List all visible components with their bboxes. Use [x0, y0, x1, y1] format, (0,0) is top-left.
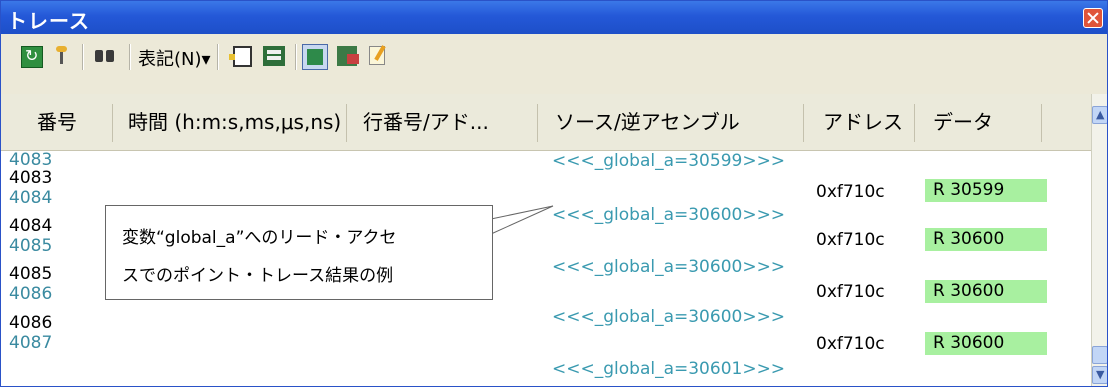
filter-icon[interactable] [52, 46, 72, 66]
mixed-display-icon[interactable] [302, 44, 328, 70]
column-line-address[interactable]: 行番号/アド... [349, 94, 489, 150]
source-cell[interactable]: <<<_global_a=30599>>> [552, 151, 785, 171]
column-header: 番号 時間 (h:m:s,ms,μs,ns) 行番号/アド... ソース/逆アセ… [1, 94, 1091, 151]
refresh-icon[interactable] [21, 46, 43, 68]
row-number[interactable]: 4085 [9, 237, 52, 256]
scroll-down-icon[interactable]: ▼ [1092, 366, 1107, 384]
copy-icon[interactable] [337, 46, 359, 66]
window-title: トレース [7, 9, 90, 33]
annotation-callout: 変数“global_a”へのリード・アクセ スでのポイント・トレース結果の例 [105, 205, 493, 300]
toolbar-separator [129, 44, 131, 70]
callout-text-line2: スでのポイント・トレース結果の例 [122, 266, 394, 286]
scroll-thumb[interactable] [1092, 346, 1107, 364]
scroll-up-icon[interactable]: ▲ [1092, 106, 1107, 124]
callout-text-line1: 変数“global_a”へのリード・アクセ [122, 228, 397, 248]
title-bar: トレース [1, 1, 1107, 34]
toolbar-separator [217, 44, 219, 70]
memo-icon[interactable] [369, 46, 385, 65]
document-icon[interactable] [229, 46, 252, 67]
stack-icon[interactable] [263, 46, 285, 66]
row-number[interactable]: 4085 [9, 265, 52, 284]
vertical-scrollbar[interactable]: ▲ ▼ [1091, 94, 1107, 386]
row-number[interactable]: 4084 [9, 189, 52, 208]
column-address[interactable]: アドレス [809, 94, 903, 150]
row-number[interactable]: 4087 [9, 334, 52, 353]
data-cell[interactable]: R 30599 [925, 179, 1047, 202]
column-time[interactable]: 時間 (h:m:s,ms,μs,ns) [114, 94, 341, 150]
row-number[interactable]: 4086 [9, 285, 52, 304]
column-number[interactable]: 番号 [23, 94, 77, 150]
toolbar: 表記(N)▾ [1, 34, 1107, 94]
address-cell[interactable]: 0xf710c [816, 182, 885, 202]
row-number[interactable]: 4086 [9, 314, 52, 333]
row-number[interactable]: 4083 [9, 169, 52, 188]
column-source[interactable]: ソース/逆アセンブル [541, 94, 740, 150]
source-cell[interactable]: <<<_global_a=30600>>> [552, 205, 785, 225]
row-number[interactable]: 4084 [9, 217, 52, 236]
source-cell[interactable]: <<<_global_a=30601>>> [552, 359, 785, 379]
view-menu-button[interactable]: 表記(N)▾ [138, 45, 211, 71]
toolbar-separator [82, 44, 84, 70]
address-cell[interactable]: 0xf710c [816, 282, 885, 302]
data-cell[interactable]: R 30600 [925, 280, 1047, 303]
column-data[interactable]: データ [919, 94, 993, 150]
data-cell[interactable]: R 30600 [925, 228, 1047, 251]
trace-window: トレース 表記(N)▾ 番号 時間 (h:m:s,ms,μs,ns) 行番号/ア… [0, 0, 1108, 387]
data-cell[interactable]: R 30600 [925, 332, 1047, 355]
find-icon[interactable] [95, 46, 115, 66]
address-cell[interactable]: 0xf710c [816, 230, 885, 250]
address-cell[interactable]: 0xf710c [816, 334, 885, 354]
close-icon[interactable] [1083, 8, 1103, 28]
source-cell[interactable]: <<<_global_a=30600>>> [552, 257, 785, 277]
source-cell[interactable]: <<<_global_a=30600>>> [552, 307, 785, 327]
toolbar-separator [295, 44, 297, 70]
